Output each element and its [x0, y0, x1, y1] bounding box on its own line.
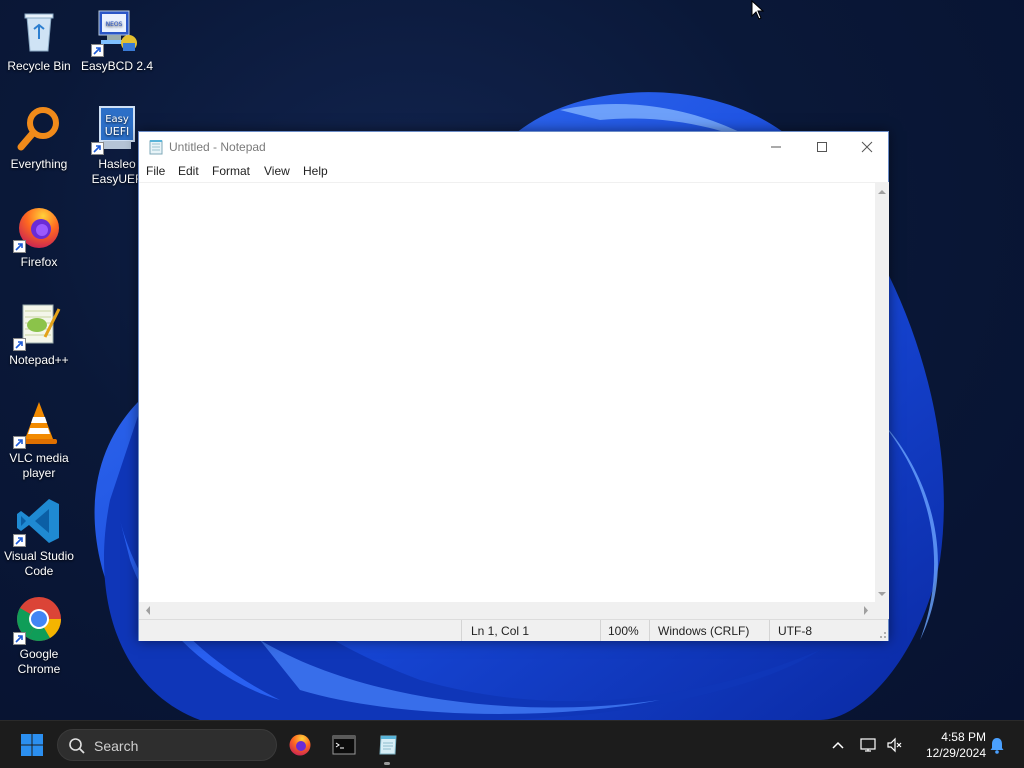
start-button[interactable]	[14, 727, 50, 763]
windows-logo-icon	[21, 734, 43, 756]
desktop-icon-notepadpp[interactable]: Notepad++	[0, 301, 78, 368]
vertical-scrollbar[interactable]	[875, 182, 889, 602]
search-placeholder: Search	[94, 738, 139, 754]
status-line-ending: Windows (CRLF)	[658, 624, 750, 638]
notepad-icon	[379, 735, 397, 755]
scroll-right-icon[interactable]	[859, 602, 873, 619]
title-bar[interactable]: Untitled - Notepad	[139, 132, 888, 162]
desktop-icon-easybcd[interactable]: NEOS EasyBCD 2.4	[78, 7, 156, 74]
chrome-icon	[13, 595, 63, 645]
terminal-icon	[332, 735, 356, 755]
shortcut-arrow-icon	[13, 436, 26, 449]
clock-time: 4:58 PM	[941, 730, 986, 744]
shortcut-arrow-icon	[13, 632, 26, 645]
status-zoom: 100%	[608, 624, 639, 638]
resize-grip-icon[interactable]	[877, 629, 887, 639]
status-divider	[769, 620, 770, 641]
desktop-icon-label: Everything	[10, 157, 68, 171]
desktop-icon-label: EasyBCD 2.4	[80, 59, 154, 73]
desktop-icon-recycle-bin[interactable]: Recycle Bin	[0, 7, 78, 74]
close-button[interactable]	[844, 132, 890, 162]
desktop-icon-everything[interactable]: Everything	[0, 105, 78, 172]
bell-icon	[990, 738, 1004, 754]
menu-format[interactable]: Format	[212, 164, 250, 178]
shortcut-arrow-icon	[13, 534, 26, 547]
svg-text:UEFI: UEFI	[105, 125, 130, 138]
shortcut-arrow-icon	[91, 44, 104, 57]
close-icon	[861, 141, 873, 153]
desktop-icon-label: Google Chrome	[17, 647, 61, 676]
desktop-icon-vscode[interactable]: Visual Studio Code	[0, 497, 78, 579]
desktop-icon-label: Visual Studio Code	[4, 549, 74, 578]
speaker-muted-icon	[887, 737, 902, 753]
desktop-icon-label: VLC media player	[9, 451, 69, 480]
taskbar-notepad[interactable]	[370, 727, 406, 763]
desktop-icon-vlc[interactable]: VLC media player	[0, 399, 78, 481]
vscode-icon	[13, 497, 63, 547]
search-icon	[69, 738, 85, 754]
minimize-button[interactable]	[753, 132, 799, 162]
notepadpp-icon	[13, 301, 63, 351]
clock-date: 12/29/2024	[925, 746, 986, 760]
minimize-icon	[771, 146, 781, 148]
vlc-icon	[13, 399, 63, 449]
desktop-icon-chrome[interactable]: Google Chrome	[0, 595, 78, 677]
menu-help[interactable]: Help	[303, 164, 328, 178]
desktop-icon-label: Recycle Bin	[7, 59, 71, 73]
shortcut-arrow-icon	[13, 240, 26, 253]
menu-view[interactable]: View	[264, 164, 290, 178]
volume-status[interactable]	[882, 727, 908, 763]
desktop-icon-firefox[interactable]: Firefox	[0, 203, 78, 270]
network-icon	[860, 738, 876, 752]
mouse-cursor-icon	[751, 0, 765, 20]
network-status[interactable]	[856, 727, 882, 763]
menu-bar: File Edit Format View Help	[139, 162, 888, 182]
status-divider	[649, 620, 650, 641]
easybcd-icon: NEOS	[91, 7, 141, 57]
taskbar: Search 4:58 PM 12/29/2024	[0, 720, 1024, 768]
scroll-left-icon[interactable]	[141, 602, 155, 619]
scroll-down-icon[interactable]	[875, 587, 889, 601]
status-encoding: UTF-8	[778, 624, 812, 638]
firefox-icon	[289, 734, 311, 756]
system-clock[interactable]: 4:58 PM 12/29/2024	[914, 729, 986, 761]
taskbar-firefox[interactable]	[282, 727, 318, 763]
shortcut-arrow-icon	[91, 142, 104, 155]
svg-text:Easy: Easy	[105, 114, 129, 125]
menu-edit[interactable]: Edit	[178, 164, 199, 178]
shortcut-arrow-icon	[13, 338, 26, 351]
status-divider	[600, 620, 601, 641]
notepad-icon	[148, 139, 164, 160]
firefox-icon	[13, 203, 63, 253]
text-editor-area[interactable]	[139, 182, 875, 603]
svg-text:NEOS: NEOS	[106, 21, 123, 28]
everything-icon	[15, 105, 63, 153]
notepad-window[interactable]: Untitled - Notepad File Edit Format View…	[138, 131, 889, 641]
horizontal-scrollbar[interactable]	[139, 602, 875, 619]
recycle-bin-icon	[15, 7, 63, 55]
active-app-indicator	[384, 762, 390, 765]
status-cursor-position: Ln 1, Col 1	[471, 624, 530, 638]
desktop-icon-label: Notepad++	[9, 353, 69, 367]
notifications-button[interactable]	[984, 727, 1010, 763]
taskbar-search-box[interactable]: Search	[57, 729, 277, 761]
window-title: Untitled - Notepad	[169, 140, 266, 154]
chevron-up-icon	[832, 741, 844, 749]
scrollbar-corner	[875, 602, 889, 619]
show-hidden-icons-button[interactable]	[820, 727, 856, 763]
menu-file[interactable]: File	[146, 164, 165, 178]
maximize-icon	[817, 142, 827, 152]
status-bar: Ln 1, Col 1 100% Windows (CRLF) UTF-8	[139, 619, 888, 641]
scroll-up-icon[interactable]	[875, 185, 889, 199]
status-divider	[461, 620, 462, 641]
hasleo-easyuefi-icon: Easy UEFI	[91, 105, 141, 155]
maximize-button[interactable]	[799, 132, 845, 162]
desktop-icon-label: Firefox	[20, 255, 58, 269]
taskbar-terminal[interactable]	[326, 727, 362, 763]
desktop-icon-label: Hasleo EasyUEF	[91, 157, 143, 186]
